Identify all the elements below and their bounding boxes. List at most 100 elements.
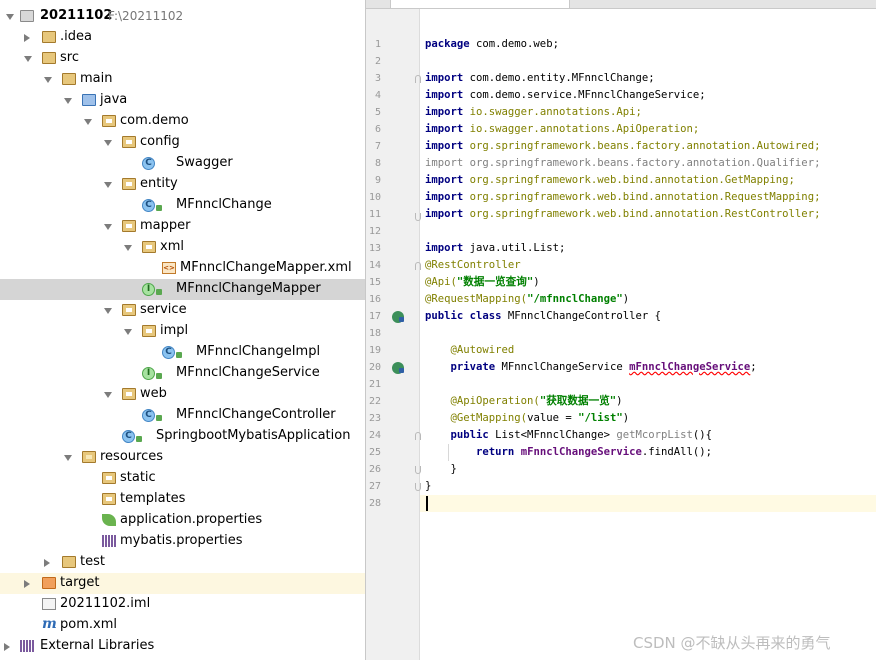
editor-tab[interactable] bbox=[390, 0, 570, 8]
tree-item-com-demo[interactable]: com.demo bbox=[0, 111, 365, 132]
watermark: CSDN @不缺从头再来的勇气 bbox=[633, 634, 831, 652]
fold-marker-icon[interactable] bbox=[415, 466, 421, 474]
lock-icon bbox=[156, 373, 162, 379]
source-folder-icon bbox=[82, 94, 96, 106]
line-number: 18 bbox=[368, 328, 381, 339]
line-number: 4 bbox=[374, 90, 381, 101]
chevron-down-icon[interactable] bbox=[24, 56, 32, 62]
code-line: @RequestMapping("/mfnnclChange") bbox=[425, 291, 629, 308]
code-line: return mFnnclChangeService.findAll(); bbox=[425, 444, 712, 461]
code-token: ) bbox=[616, 395, 623, 407]
code-token: import bbox=[425, 242, 470, 254]
folder-icon bbox=[42, 31, 56, 43]
tree-item-java[interactable]: java bbox=[0, 90, 365, 111]
chevron-down-icon[interactable] bbox=[84, 119, 92, 125]
tree-item-controller[interactable]: C MFnnclChangeController bbox=[0, 405, 365, 426]
chevron-down-icon[interactable] bbox=[104, 182, 112, 188]
tree-item-swagger[interactable]: C Swagger bbox=[0, 153, 365, 174]
tree-item-pom[interactable]: m pom.xml bbox=[0, 615, 365, 636]
chevron-down-icon[interactable] bbox=[124, 329, 132, 335]
fold-marker-icon[interactable] bbox=[415, 483, 421, 491]
autowired-gutter-icon[interactable] bbox=[392, 362, 404, 374]
chevron-down-icon[interactable] bbox=[6, 14, 14, 20]
package-icon bbox=[122, 178, 136, 190]
fold-marker-icon[interactable] bbox=[415, 432, 421, 440]
tree-item-service[interactable]: service bbox=[0, 300, 365, 321]
tree-item-label: External Libraries bbox=[40, 638, 155, 653]
code-token: io.swagger.annotations.Api; bbox=[469, 106, 642, 118]
fold-marker-icon[interactable] bbox=[415, 213, 421, 221]
chevron-down-icon[interactable] bbox=[124, 245, 132, 251]
tree-item-mapper-xml[interactable]: <> MFnnclChangeMapper.xml bbox=[0, 258, 365, 279]
tree-item-iml[interactable]: 20211102.iml bbox=[0, 594, 365, 615]
tree-item-label: java bbox=[100, 92, 128, 107]
tree-item-application-properties[interactable]: application.properties bbox=[0, 510, 365, 531]
code-token: "/mfnnclChange" bbox=[527, 293, 623, 305]
chevron-down-icon[interactable] bbox=[44, 77, 52, 83]
code-token: import bbox=[425, 208, 470, 220]
tree-item-mybatis-properties[interactable]: mybatis.properties bbox=[0, 531, 365, 552]
tree-item-mfnnclchangemapper[interactable]: I MFnnclChangeMapper bbox=[0, 279, 365, 300]
tree-item-mfnnclchange[interactable]: C MFnnclChange bbox=[0, 195, 365, 216]
tree-item-impl[interactable]: impl bbox=[0, 321, 365, 342]
code-token: com.demo.service.MFnnclChangeService; bbox=[469, 89, 706, 101]
package-icon bbox=[142, 241, 156, 253]
line-number: 8 bbox=[374, 158, 381, 169]
chevron-down-icon[interactable] bbox=[104, 392, 112, 398]
tree-item-test[interactable]: test bbox=[0, 552, 365, 573]
fold-marker-icon[interactable] bbox=[415, 75, 421, 83]
fold-marker-icon[interactable] bbox=[415, 262, 421, 270]
code-editor[interactable]: package com.demo.web; import com.demo.ent… bbox=[366, 0, 876, 660]
tree-item-config[interactable]: config bbox=[0, 132, 365, 153]
tree-item-target[interactable]: target bbox=[0, 573, 365, 594]
tree-item-mfnnclchangeimpl[interactable]: C MFnnclChangeImpl bbox=[0, 342, 365, 363]
tree-item-label: main bbox=[80, 71, 113, 86]
chevron-down-icon[interactable] bbox=[64, 455, 72, 461]
chevron-down-icon[interactable] bbox=[104, 140, 112, 146]
line-number: 2 bbox=[374, 56, 381, 67]
chevron-down-icon[interactable] bbox=[104, 308, 112, 314]
tree-item-idea[interactable]: .idea bbox=[0, 27, 365, 48]
line-number: 7 bbox=[374, 141, 381, 152]
tree-item-application[interactable]: C SpringbootMybatisApplication bbox=[0, 426, 365, 447]
tree-root[interactable]: 20211102 F:\20211102 bbox=[0, 6, 365, 27]
code-token: import bbox=[425, 157, 470, 169]
folder-icon bbox=[42, 52, 56, 64]
package-icon bbox=[122, 304, 136, 316]
package-icon bbox=[122, 136, 136, 148]
tree-item-mapper[interactable]: mapper bbox=[0, 216, 365, 237]
package-icon bbox=[122, 388, 136, 400]
tree-item-label: com.demo bbox=[120, 113, 189, 128]
tree-item-main[interactable]: main bbox=[0, 69, 365, 90]
tree-item-resources[interactable]: resources bbox=[0, 447, 365, 468]
class-icon: C bbox=[142, 199, 155, 212]
tree-item-static[interactable]: static bbox=[0, 468, 365, 489]
code-token: (){ bbox=[692, 429, 713, 441]
code-token: org.springframework.web.bind.annotation.… bbox=[469, 208, 821, 220]
chevron-right-icon[interactable] bbox=[4, 643, 10, 651]
code-line: import java.util.List; bbox=[425, 240, 565, 257]
code-token: public class bbox=[425, 310, 508, 322]
chevron-right-icon[interactable] bbox=[44, 559, 50, 567]
chevron-down-icon[interactable] bbox=[104, 224, 112, 230]
tree-item-xml[interactable]: xml bbox=[0, 237, 365, 258]
tree-item-label: application.properties bbox=[120, 512, 263, 527]
code-line: } bbox=[425, 478, 431, 495]
line-number: 13 bbox=[368, 243, 381, 254]
tree-item-mfnnclchangeservice[interactable]: I MFnnclChangeService bbox=[0, 363, 365, 384]
tree-item-entity[interactable]: entity bbox=[0, 174, 365, 195]
tree-item-templates[interactable]: templates bbox=[0, 489, 365, 510]
tree-item-src[interactable]: src bbox=[0, 48, 365, 69]
tree-item-web[interactable]: web bbox=[0, 384, 365, 405]
chevron-right-icon[interactable] bbox=[24, 34, 30, 42]
root-name: 20211102 bbox=[40, 8, 113, 23]
chevron-down-icon[interactable] bbox=[64, 98, 72, 104]
spring-bean-gutter-icon[interactable] bbox=[392, 311, 404, 323]
code-line: public List<MFnnclChange> getMcorpList()… bbox=[425, 427, 713, 444]
chevron-right-icon[interactable] bbox=[24, 580, 30, 588]
code-line: } bbox=[425, 461, 457, 478]
code-token: "数据一览查询" bbox=[456, 276, 534, 288]
xml-file-icon: <> bbox=[162, 262, 176, 274]
line-number: 11 bbox=[368, 209, 381, 220]
tree-item-external-libraries[interactable]: External Libraries bbox=[0, 636, 365, 657]
